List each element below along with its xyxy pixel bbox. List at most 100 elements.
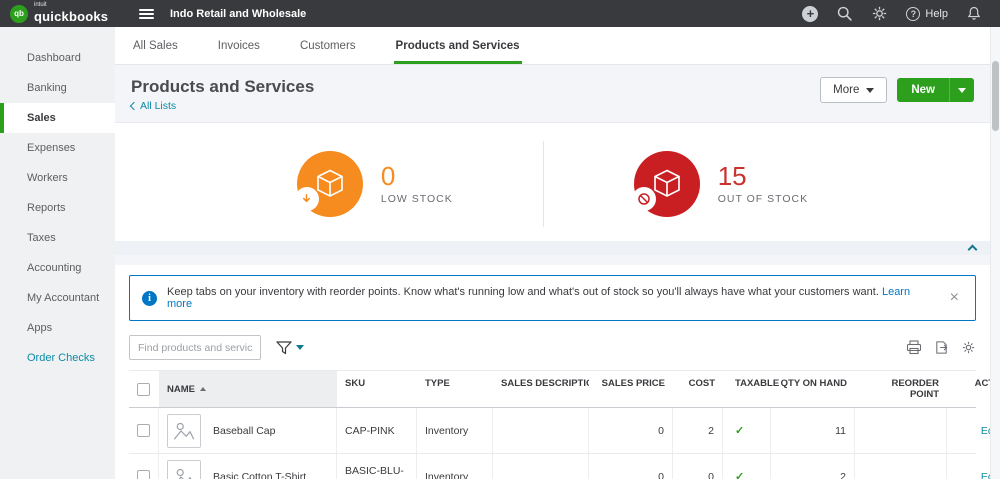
sidebar-item-apps[interactable]: Apps [0, 313, 115, 343]
column-header-sales-price[interactable]: SALES PRICE [589, 371, 673, 407]
tab-invoices[interactable]: Invoices [216, 30, 262, 64]
help-button[interactable]: ? Help [906, 7, 948, 21]
product-qty-on-hand: 2 [771, 454, 855, 479]
product-reorder-point [855, 408, 947, 453]
product-name[interactable]: Basic Cotton T-Shirt [213, 471, 306, 479]
sidebar-item-my-accountant[interactable]: My Accountant [0, 283, 115, 313]
tab-products-and-services[interactable]: Products and Services [394, 30, 522, 64]
product-cost: 2 [673, 408, 723, 453]
scrollbar-thumb[interactable] [992, 61, 999, 131]
image-icon [172, 465, 196, 479]
product-sales-description [493, 454, 589, 479]
collapse-strip [115, 241, 990, 255]
products-table-card: i Keep tabs on your inventory with reord… [115, 265, 990, 479]
column-header-sales-description[interactable]: SALES DESCRIPTIO [493, 371, 589, 407]
gear-icon [961, 340, 976, 355]
chevron-down-icon [866, 88, 874, 93]
product-name[interactable]: Baseball Cap [213, 425, 275, 437]
low-stock-stat[interactable]: 0 LOW STOCK [297, 151, 453, 217]
product-type: Inventory [417, 408, 493, 453]
product-qty-on-hand: 11 [771, 408, 855, 453]
close-icon[interactable]: × [946, 290, 963, 306]
products-table: NAME SKU TYPE SALES DESCRIPTIO SALES PRI… [129, 370, 976, 479]
sidebar-item-banking[interactable]: Banking [0, 73, 115, 103]
out-of-stock-stat[interactable]: 15 OUT OF STOCK [634, 151, 808, 217]
tab-all-sales[interactable]: All Sales [131, 30, 180, 64]
search-input[interactable] [129, 335, 261, 360]
sidebar-item-reports[interactable]: Reports [0, 193, 115, 223]
image-icon [172, 419, 196, 443]
sidebar-item-sales[interactable]: Sales [0, 103, 115, 133]
product-sku: CAP-PINK [337, 408, 417, 453]
settings-button[interactable] [871, 5, 888, 22]
more-button[interactable]: More [820, 77, 887, 103]
company-name: Indo Retail and Wholesale [170, 8, 306, 20]
select-all-checkbox[interactable] [137, 383, 150, 396]
sidebar-item-dashboard[interactable]: Dashboard [0, 43, 115, 73]
sales-tabs: All Sales Invoices Customers Products an… [115, 27, 990, 65]
filter-button[interactable] [275, 340, 304, 356]
column-header-name[interactable]: NAME [159, 371, 337, 407]
chevron-left-icon [130, 102, 138, 110]
all-lists-link[interactable]: All Lists [131, 100, 314, 112]
help-icon: ? [906, 7, 920, 21]
gear-icon [871, 5, 888, 22]
tab-customers[interactable]: Customers [298, 30, 358, 64]
printer-icon [906, 340, 922, 355]
sidebar-item-expenses[interactable]: Expenses [0, 133, 115, 163]
column-header-qty-on-hand[interactable]: QTY ON HAND [771, 371, 855, 407]
row-checkbox[interactable] [137, 470, 150, 479]
sidebar-item-taxes[interactable]: Taxes [0, 223, 115, 253]
sidebar-item-order-checks[interactable]: Order Checks [0, 343, 115, 373]
taxable-check-icon: ✓ [735, 470, 744, 479]
print-button[interactable] [906, 340, 922, 355]
new-button[interactable]: New [897, 78, 949, 102]
column-header-taxable[interactable]: TAXABLE [723, 371, 771, 407]
help-label: Help [925, 8, 948, 20]
column-header-sku[interactable]: SKU [337, 371, 417, 407]
vertical-scrollbar[interactable] [990, 27, 1000, 479]
export-icon [934, 340, 949, 355]
product-reorder-point [855, 454, 947, 479]
product-sku: BASIC-BLU-SM [337, 454, 417, 479]
divider [543, 141, 544, 227]
taxable-check-icon: ✓ [735, 424, 744, 437]
page-title: Products and Services [131, 77, 314, 97]
column-header-cost[interactable]: COST [673, 371, 723, 407]
topbar: qb intuit quickbooks Indo Retail and Who… [0, 0, 1000, 27]
inventory-info-banner: i Keep tabs on your inventory with reord… [129, 275, 976, 321]
brand-name: quickbooks [34, 9, 108, 24]
product-cost: 0 [673, 454, 723, 479]
low-stock-count: 0 [381, 163, 453, 189]
create-plus-button[interactable]: + [802, 6, 818, 22]
low-stock-label: LOW STOCK [381, 193, 453, 205]
banner-text: Keep tabs on your inventory with reorder… [167, 286, 879, 298]
hamburger-menu-icon[interactable] [139, 9, 154, 19]
filter-icon [275, 340, 293, 356]
plus-icon: + [802, 6, 818, 22]
chevron-up-icon[interactable] [968, 245, 978, 255]
sidebar-item-workers[interactable]: Workers [0, 163, 115, 193]
main-content: All Sales Invoices Customers Products an… [115, 27, 990, 479]
quickbooks-logo[interactable]: qb intuit quickbooks [10, 2, 125, 25]
export-button[interactable] [934, 340, 949, 355]
column-header-type[interactable]: TYPE [417, 371, 493, 407]
product-sales-price: 0 [589, 408, 673, 453]
product-type: Inventory [417, 454, 493, 479]
qb-logo-icon: qb [10, 5, 28, 23]
notifications-button[interactable] [966, 5, 982, 22]
chevron-down-icon [958, 88, 966, 93]
arrow-down-icon [295, 187, 319, 211]
product-image-placeholder [167, 460, 201, 479]
sidebar-item-accounting[interactable]: Accounting [0, 253, 115, 283]
column-header-reorder-point[interactable]: REORDER POINT [855, 371, 947, 407]
chevron-down-icon [296, 345, 304, 350]
out-of-stock-icon [634, 151, 700, 217]
search-icon [836, 5, 853, 22]
table-settings-button[interactable] [961, 340, 976, 355]
row-checkbox[interactable] [137, 424, 150, 437]
new-dropdown-button[interactable] [949, 78, 974, 102]
out-of-stock-count: 15 [718, 163, 808, 189]
product-image-placeholder [167, 414, 201, 448]
search-button[interactable] [836, 5, 853, 22]
